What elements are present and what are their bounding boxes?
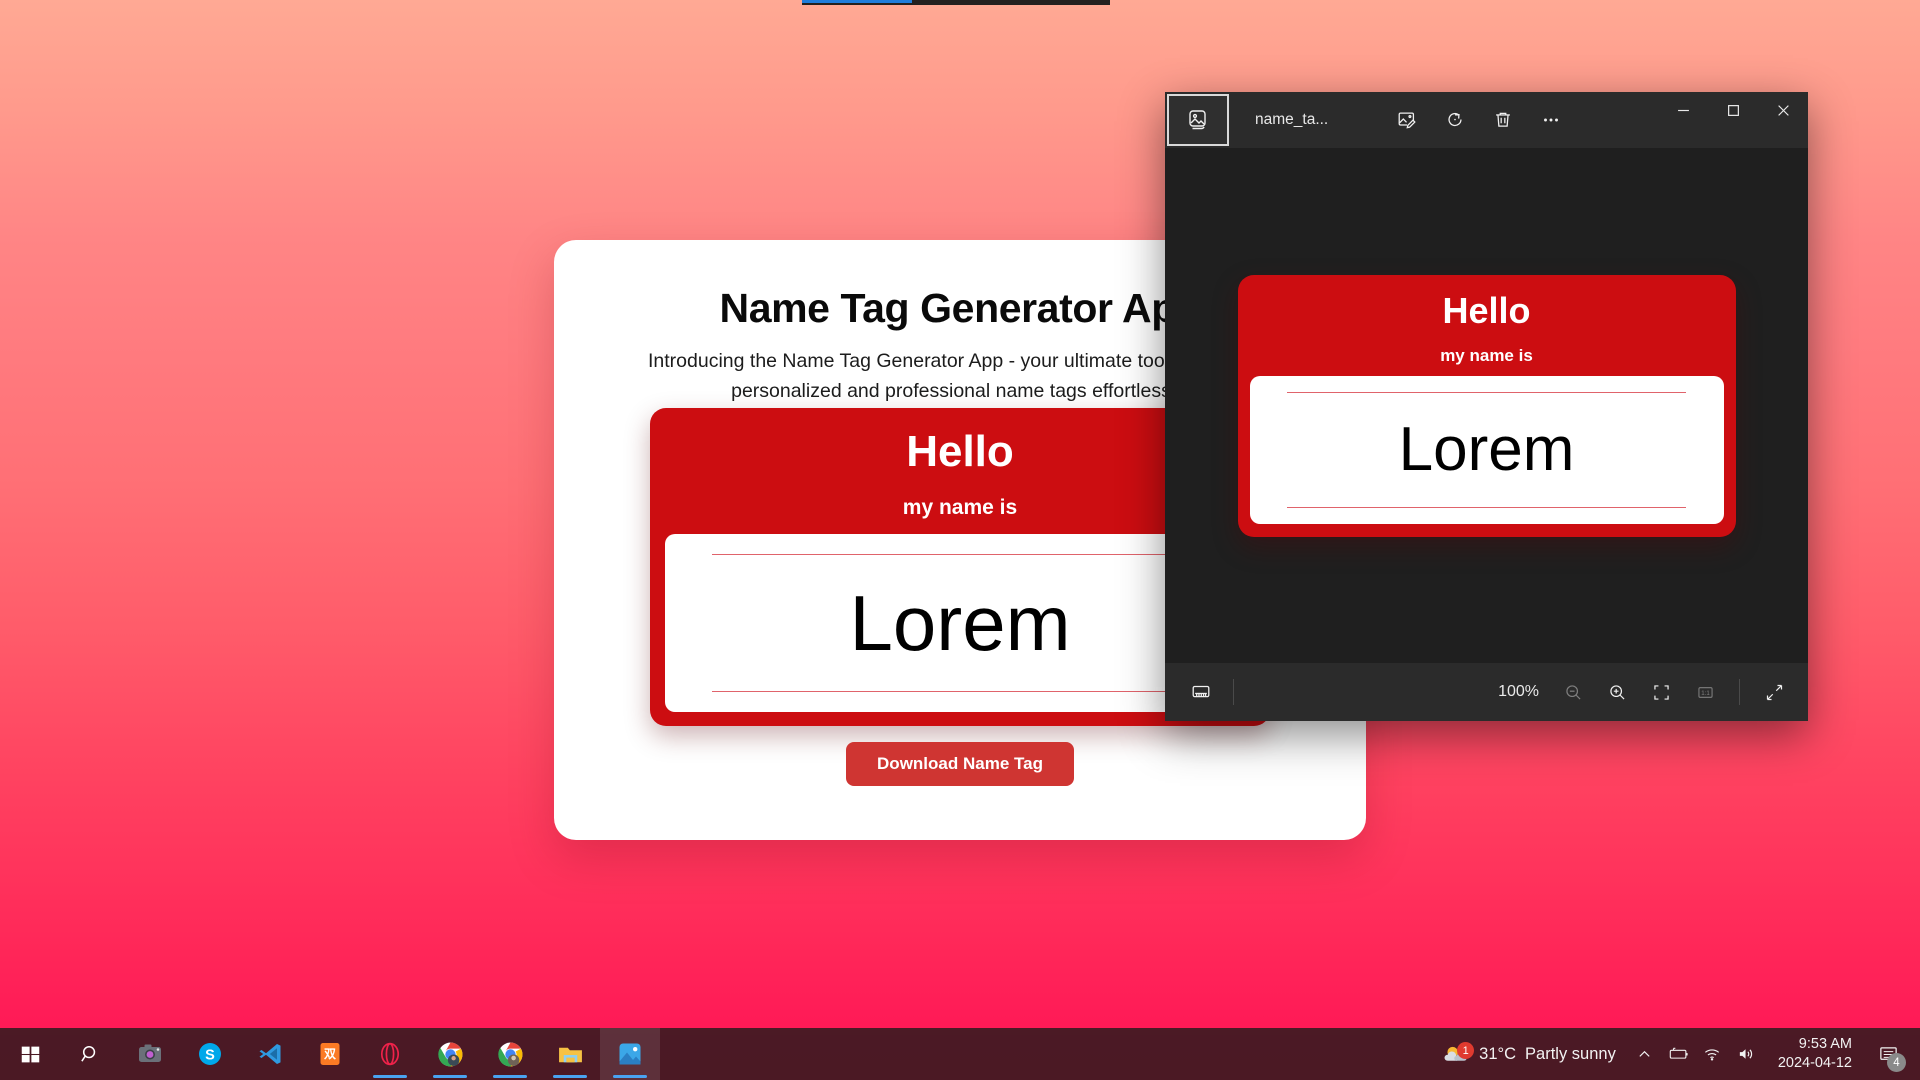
file-explorer-button[interactable] — [540, 1028, 600, 1080]
taskbar: S 双 1 31°C Partly sunny 9:53 AM 2024-04-… — [0, 1028, 1920, 1080]
notification-center-button[interactable]: 4 — [1866, 1028, 1910, 1080]
name-tag-hello-text: Hello — [906, 427, 1014, 476]
actual-size-button[interactable]: 1:1 — [1685, 673, 1725, 711]
rotate-button[interactable] — [1434, 100, 1476, 140]
edit-image-button[interactable] — [1386, 100, 1428, 140]
system-tray: 1 31°C Partly sunny 9:53 AM 2024-04-12 4 — [1431, 1028, 1920, 1080]
photos-app-window: name_ta... Hello my name is Lorem 100% 1… — [1165, 92, 1808, 721]
weather-icon: 1 — [1443, 1042, 1475, 1066]
photos-image-canvas[interactable]: Hello my name is Lorem — [1165, 148, 1808, 663]
minimize-button[interactable] — [1658, 92, 1708, 128]
network-button[interactable] — [1696, 1028, 1730, 1080]
weather-condition: Partly sunny — [1525, 1044, 1616, 1063]
zoom-level-label: 100% — [1498, 683, 1539, 700]
svg-text:S: S — [205, 1048, 215, 1064]
background-browser-window[interactable] — [802, 0, 1110, 5]
chrome-button-1[interactable] — [420, 1028, 480, 1080]
name-tag-rule-bottom — [712, 691, 1208, 692]
toolbar-divider — [1233, 679, 1234, 705]
running-indicator — [433, 1075, 467, 1078]
delete-button[interactable] — [1482, 100, 1524, 140]
chrome-button-2[interactable] — [480, 1028, 540, 1080]
camera-button[interactable] — [120, 1028, 180, 1080]
name-tag-my-name-is-text: my name is — [902, 496, 1018, 519]
xampp-button[interactable]: 双 — [300, 1028, 360, 1080]
image-rule-bottom — [1287, 506, 1686, 508]
running-indicator — [553, 1075, 587, 1078]
clock-date: 2024-04-12 — [1777, 1055, 1852, 1071]
download-name-tag-button[interactable]: Download Name Tag — [846, 742, 1074, 786]
fit-to-window-button[interactable] — [1641, 673, 1681, 711]
start-button[interactable] — [0, 1028, 60, 1080]
photos-bottom-bar: 100% 1:1 — [1165, 663, 1808, 721]
image-name-text: Lorem — [1398, 414, 1575, 484]
photos-toolbar — [1386, 92, 1572, 148]
window-controls — [1658, 92, 1808, 148]
close-button[interactable] — [1758, 92, 1808, 128]
name-tag-name-text: Lorem — [849, 579, 1071, 667]
zoom-out-button[interactable] — [1553, 673, 1593, 711]
weather-badge: 1 — [1457, 1042, 1475, 1059]
zoom-divider — [1739, 679, 1740, 705]
displayed-image: Hello my name is Lorem — [1237, 274, 1736, 537]
name-tag-rule-top — [712, 554, 1208, 555]
vscode-button[interactable] — [240, 1028, 300, 1080]
photos-title-bar[interactable]: name_ta... — [1165, 92, 1808, 148]
running-indicator — [373, 1075, 407, 1078]
weather-temperature: 31°C — [1479, 1044, 1517, 1063]
taskbar-app-list: S 双 — [0, 1028, 660, 1080]
desktop: Name Tag Generator App Introducing the N… — [0, 0, 1920, 1080]
image-name-field: Lorem — [1249, 375, 1724, 524]
zoom-in-button[interactable] — [1597, 673, 1637, 711]
filmstrip-icon[interactable] — [1179, 673, 1223, 711]
image-rule-top — [1287, 391, 1686, 393]
battery-button[interactable] — [1662, 1028, 1696, 1080]
opera-button[interactable] — [360, 1028, 420, 1080]
clock[interactable]: 9:53 AM 2024-04-12 — [1764, 1028, 1866, 1080]
weather-widget[interactable]: 1 31°C Partly sunny — [1431, 1028, 1628, 1080]
image-hello-text: Hello — [1442, 289, 1531, 331]
skype-button[interactable]: S — [180, 1028, 240, 1080]
svg-text:双: 双 — [324, 1047, 336, 1061]
clock-time: 9:53 AM — [1798, 1036, 1852, 1052]
search-button[interactable] — [60, 1028, 120, 1080]
photo-collection-icon[interactable] — [1167, 94, 1229, 146]
fullscreen-button[interactable] — [1754, 673, 1794, 711]
photos-button[interactable] — [600, 1028, 660, 1080]
running-indicator — [613, 1075, 647, 1078]
running-indicator — [493, 1075, 527, 1078]
maximize-button[interactable] — [1708, 92, 1758, 128]
more-options-button[interactable] — [1530, 100, 1572, 140]
volume-button[interactable] — [1730, 1028, 1764, 1080]
svg-text:1:1: 1:1 — [1701, 689, 1710, 696]
show-hidden-icons-button[interactable] — [1628, 1028, 1662, 1080]
notification-badge: 4 — [1887, 1053, 1906, 1072]
photos-filename: name_ta... — [1255, 111, 1329, 128]
image-my-name-is-text: my name is — [1440, 345, 1533, 365]
zoom-controls: 100% 1:1 — [1498, 673, 1794, 711]
browser-tab-strip — [802, 0, 912, 3]
